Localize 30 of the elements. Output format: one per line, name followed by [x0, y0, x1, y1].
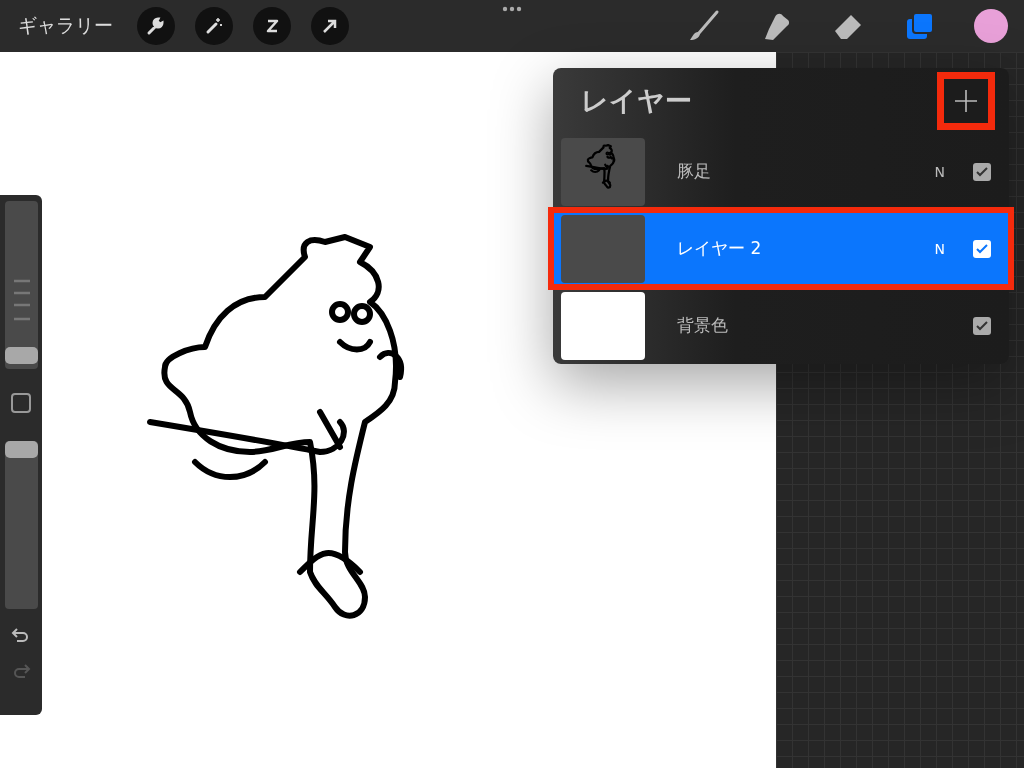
blend-mode[interactable]: N	[934, 163, 945, 180]
more-dots-icon[interactable]	[502, 6, 522, 12]
wrench-button[interactable]	[137, 7, 175, 45]
slider-thumb[interactable]	[4, 347, 38, 365]
tick-marks-icon	[13, 279, 30, 323]
slider-thumb[interactable]	[4, 441, 38, 458]
visibility-checkbox[interactable]	[973, 239, 991, 258]
add-layer-button[interactable]	[937, 71, 995, 130]
color-swatch[interactable]	[974, 9, 1008, 43]
brush-icon	[687, 9, 721, 43]
magic-button[interactable]	[195, 7, 233, 45]
brush-size-slider[interactable]	[4, 201, 38, 369]
opacity-slider[interactable]	[4, 441, 38, 609]
layer-name: 豚足	[677, 160, 712, 184]
layer-name: レイヤー 2	[677, 237, 763, 261]
undo-icon[interactable]	[11, 627, 31, 643]
visibility-checkbox[interactable]	[973, 316, 991, 335]
wrench-icon	[146, 16, 166, 36]
layer-row[interactable]: 豚足 N	[553, 135, 1009, 209]
panel-title: レイヤー	[581, 83, 692, 118]
plus-icon	[955, 89, 977, 112]
transform-button[interactable]	[311, 7, 349, 45]
visibility-checkbox[interactable]	[973, 162, 991, 181]
magic-wand-icon	[204, 16, 224, 36]
square-modify-icon[interactable]	[11, 393, 31, 413]
gallery-link[interactable]: ギャラリー	[18, 13, 113, 39]
selection-button[interactable]	[253, 7, 291, 45]
blend-mode[interactable]: N	[934, 240, 945, 257]
layer-row[interactable]: 背景色	[553, 289, 1009, 362]
layer-name: 背景色	[677, 314, 729, 338]
